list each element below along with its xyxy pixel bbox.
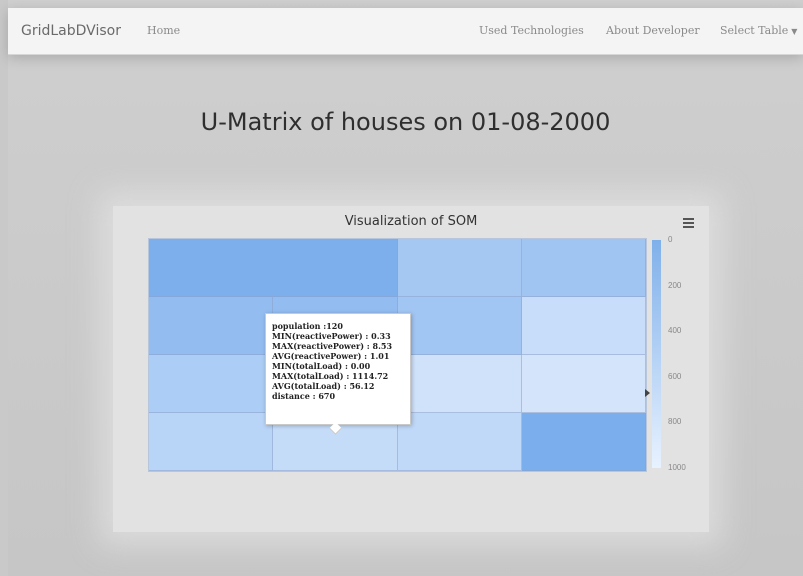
tooltip-line: distance : 670 (272, 391, 336, 401)
chart-title: Visualization of SOM (344, 214, 478, 229)
colorbar-tick-label: 200 (668, 280, 682, 290)
tooltip-line: MIN(totalLoad) : 0.00 (272, 361, 371, 371)
top-navbar: GridLabDVisor Home Used Technologies Abo… (8, 8, 803, 55)
colorbar (652, 240, 661, 468)
tooltip-line: population :120 (272, 321, 343, 331)
heatmap-cell[interactable] (397, 355, 522, 413)
colorbar-marker-icon (645, 388, 650, 397)
select-table-label: Select Table (720, 24, 789, 37)
colorbar-tick-label: 800 (668, 417, 682, 427)
tooltip-line: MAX(reactivePower) : 8.53 (272, 341, 393, 351)
nav-used-technologies[interactable]: Used Technologies (479, 8, 584, 54)
brand-link[interactable]: GridLabDVisor (21, 8, 121, 54)
heatmap-cell[interactable] (521, 239, 646, 297)
heatmap-cell[interactable] (149, 413, 274, 471)
tooltip-line: AVG(reactivePower) : 1.01 (272, 351, 390, 361)
tooltip-line: MAX(totalLoad) : 1114.72 (272, 371, 389, 381)
nav-select-table-dropdown[interactable]: Select Table ▼ (720, 8, 797, 54)
heatmap-cell[interactable] (149, 239, 398, 297)
nav-home[interactable]: Home (147, 8, 180, 54)
heatmap-cell[interactable] (149, 297, 274, 355)
chart-menu-icon[interactable] (683, 218, 694, 228)
chevron-down-icon: ▼ (791, 27, 798, 36)
colorbar-tick-label: 1000 (668, 463, 686, 472)
tooltip-line: MIN(reactivePower) : 0.33 (272, 331, 391, 341)
nav-about-developer[interactable]: About Developer (606, 8, 700, 54)
heatmap-cell[interactable] (521, 413, 646, 471)
colorbar-tick-label: 400 (668, 326, 682, 336)
heatmap-cell[interactable] (397, 239, 522, 297)
tooltip-line: AVG(totalLoad) : 56.12 (272, 381, 375, 391)
colorbar-tick-label: 600 (668, 371, 682, 381)
heatmap-cell[interactable] (397, 297, 522, 355)
heatmap-cell[interactable] (521, 297, 646, 355)
cell-tooltip: population :120 MIN(reactivePower) : 0.33… (265, 313, 411, 425)
heatmap-cell[interactable] (521, 355, 646, 413)
heatmap-cell[interactable] (149, 355, 274, 413)
heatmap-cell[interactable] (397, 413, 522, 471)
colorbar-tick-label: 0 (668, 235, 673, 244)
page-title: U-Matrix of houses on 01-08-2000 (200, 108, 611, 136)
